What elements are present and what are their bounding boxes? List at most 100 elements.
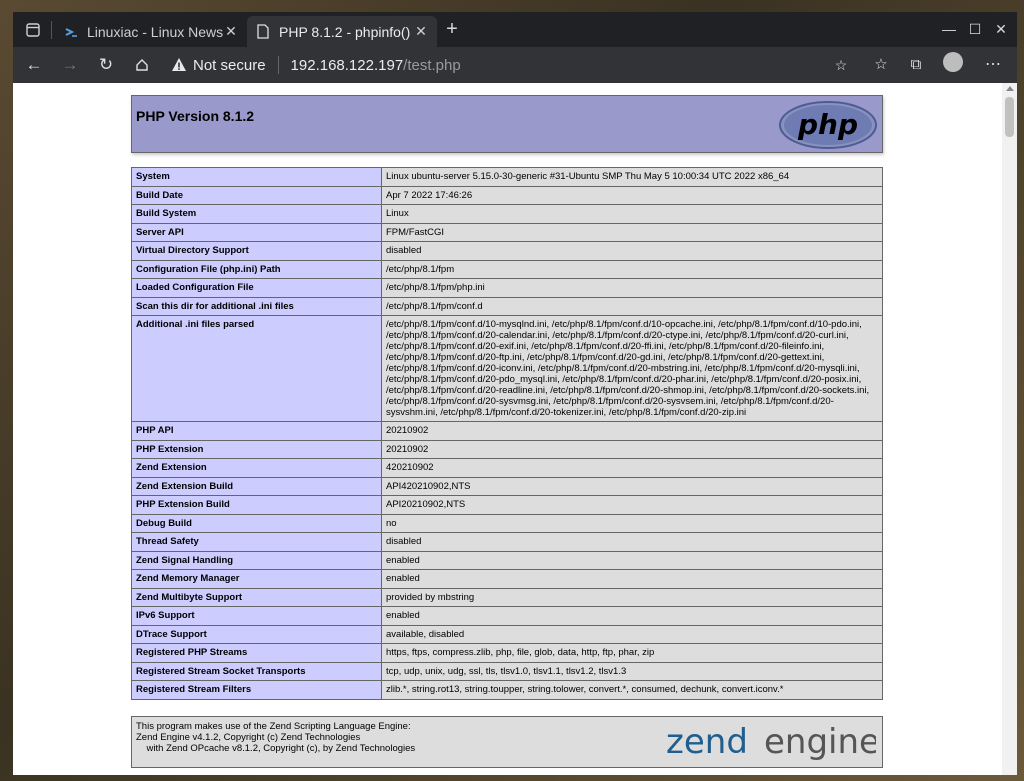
address-toolbar: ← → ↻ Not secure 192.168.122.197/test.ph… <box>13 47 1017 83</box>
row-value: available, disabled <box>381 624 883 644</box>
row-key: Registered Stream Filters <box>131 680 382 700</box>
table-row: Additional .ini files parsed/etc/php/8.1… <box>131 315 883 422</box>
scroll-thumb[interactable] <box>1005 97 1014 137</box>
forward-icon[interactable]: → <box>57 52 83 78</box>
close-tab-icon[interactable]: ✕ <box>223 23 239 40</box>
page-icon <box>255 24 271 40</box>
table-row: System Linux ubuntu-server 5.15.0-30-gene… <box>131 167 883 187</box>
profile-avatar-icon[interactable] <box>943 52 963 72</box>
url-path: /test.php <box>403 56 461 74</box>
table-row: Zend Memory Manager enabled <box>131 569 883 589</box>
table-row: Virtual Directory Support disabled <box>131 241 883 261</box>
table-row: PHP Extension 20210902 <box>131 439 883 459</box>
table-row: Loaded Configuration File/etc/php/8.1/fp… <box>131 278 883 298</box>
row-value: Linux <box>381 204 883 224</box>
table-row: Zend Extension 420210902 <box>131 458 883 478</box>
new-tab-button[interactable]: + <box>441 19 463 41</box>
row-value: /etc/php/8.1/fpm/conf.d <box>381 296 883 316</box>
url-divider <box>277 56 279 74</box>
row-key: Zend Extension Build <box>131 476 382 496</box>
row-value: disabled <box>381 532 883 552</box>
back-icon[interactable]: ← <box>21 52 47 78</box>
refresh-icon[interactable]: ↻ <box>93 52 119 78</box>
page-title: PHP Version 8.1.2 <box>136 108 255 124</box>
row-key: Zend Extension <box>131 458 382 478</box>
php-logo-text: php <box>797 108 858 141</box>
tab-actions-icon[interactable] <box>19 19 47 41</box>
scroll-up-icon[interactable] <box>1006 86 1014 91</box>
tab-separator <box>51 21 52 39</box>
row-value: https, ftps, compress.zlib, php, file, g… <box>381 643 883 663</box>
php-info-table: System Linux ubuntu-server 5.15.0-30-gene… <box>131 167 883 700</box>
row-value: /etc/php/8.1/fpm/php.ini <box>381 278 883 298</box>
row-key: DTrace Support <box>131 624 382 644</box>
php-header: PHP Version 8.1.2 php <box>131 95 883 153</box>
row-value: API20210902,NTS <box>381 495 883 515</box>
table-row: PHP API 20210902 <box>131 421 883 441</box>
row-value: /etc/php/8.1/fpm/conf.d/10-mysqlnd.ini, … <box>381 315 883 422</box>
home-icon[interactable] <box>129 52 155 78</box>
table-row: Scan this dir for additional .ini files /… <box>131 296 883 316</box>
table-row: Zend Extension Build API420210902,NTS <box>131 476 883 496</box>
table-row: Build Date Apr 7 2022 17:46:26 <box>131 185 883 205</box>
row-key: Server API <box>131 222 382 242</box>
row-key: PHP Extension <box>131 439 382 459</box>
close-tab-icon[interactable]: ✕ <box>413 23 429 40</box>
close-window-icon[interactable]: ✕ <box>985 17 1017 41</box>
footer-text: This program makes use of the Zend Scrip… <box>136 721 415 754</box>
browser-window: Linuxiac - Linux News, ✕ PHP 8.1.2 - php… <box>13 12 1017 775</box>
row-key: Debug Build <box>131 513 382 533</box>
footer-line: with Zend OPcache v8.1.2, Copyright (c),… <box>136 743 416 754</box>
php-logo-icon: php <box>779 101 877 149</box>
row-value: zlib.*, string.rot13, string.toupper, st… <box>381 680 883 700</box>
row-key: IPv6 Support <box>131 606 382 626</box>
page-content: PHP Version 8.1.2 php System Linux ubuntu… <box>13 83 1002 775</box>
row-key: Zend Signal Handling <box>131 550 382 570</box>
more-menu-icon[interactable]: ⋯ <box>980 52 1006 78</box>
table-row: Thread Safety disabled <box>131 532 883 552</box>
table-row: Registered Stream Filters zlib.*, string.… <box>131 680 883 700</box>
row-value: enabled <box>381 569 883 589</box>
warning-icon <box>172 58 186 71</box>
tab-linuxiac[interactable]: Linuxiac - Linux News, ✕ <box>55 16 247 47</box>
url-host: 192.168.122.197 <box>290 56 404 74</box>
row-key: Build System <box>131 204 382 224</box>
row-key: Additional .ini files parsed <box>131 315 382 422</box>
row-key: Virtual Directory Support <box>131 241 382 261</box>
row-key: Zend Memory Manager <box>131 569 382 589</box>
row-value: FPM/FastCGI <box>381 222 883 242</box>
table-row: Debug Build no <box>131 513 883 533</box>
row-value: disabled <box>381 241 883 261</box>
row-value: tcp, udp, unix, udg, ssl, tls, tlsv1.0, … <box>381 661 883 681</box>
table-row: DTrace Support available, disabled <box>131 624 883 644</box>
row-key: Zend Multibyte Support <box>131 587 382 607</box>
table-row: PHP Extension Build API20210902,NTS <box>131 495 883 515</box>
address-bar[interactable]: Not secure 192.168.122.197/test.php <box>171 52 491 78</box>
row-key: Registered Stream Socket Transports <box>131 661 382 681</box>
row-value: Apr 7 2022 17:46:26 <box>381 185 883 205</box>
tab-title: Linuxiac - Linux News, <box>87 23 223 40</box>
row-key: System <box>131 167 382 187</box>
row-key: Registered PHP Streams <box>131 643 382 663</box>
tab-strip: Linuxiac - Linux News, ✕ PHP 8.1.2 - php… <box>13 12 1017 47</box>
row-key: Loaded Configuration File <box>131 278 382 298</box>
tab-phpinfo[interactable]: PHP 8.1.2 - phpinfo() ✕ <box>247 16 437 47</box>
row-key: PHP API <box>131 421 382 441</box>
row-value: 20210902 <box>381 439 883 459</box>
row-value: Linux ubuntu-server 5.15.0-30-generic #3… <box>381 167 883 187</box>
tab-title: PHP 8.1.2 - phpinfo() <box>279 23 411 40</box>
row-value: enabled <box>381 606 883 626</box>
table-row: Zend Multibyte Support provided by mbstri… <box>131 587 883 607</box>
table-row: Zend Signal Handling enabled <box>131 550 883 570</box>
row-key: Thread Safety <box>131 532 382 552</box>
favorites-icon[interactable]: ☆ <box>868 52 894 78</box>
vertical-scrollbar[interactable] <box>1002 83 1017 775</box>
security-label[interactable]: Not secure <box>193 57 266 74</box>
linuxiac-icon <box>63 24 79 40</box>
table-row: Configuration File (php.ini) Path/etc/ph… <box>131 259 883 279</box>
collections-icon[interactable]: ⧉ <box>903 52 929 78</box>
add-favorite-icon[interactable]: ☆ <box>828 52 854 78</box>
row-key: PHP Extension Build <box>131 495 382 515</box>
table-row: Registered Stream Socket Transports tcp, … <box>131 661 883 681</box>
row-value: /etc/php/8.1/fpm <box>381 259 883 279</box>
